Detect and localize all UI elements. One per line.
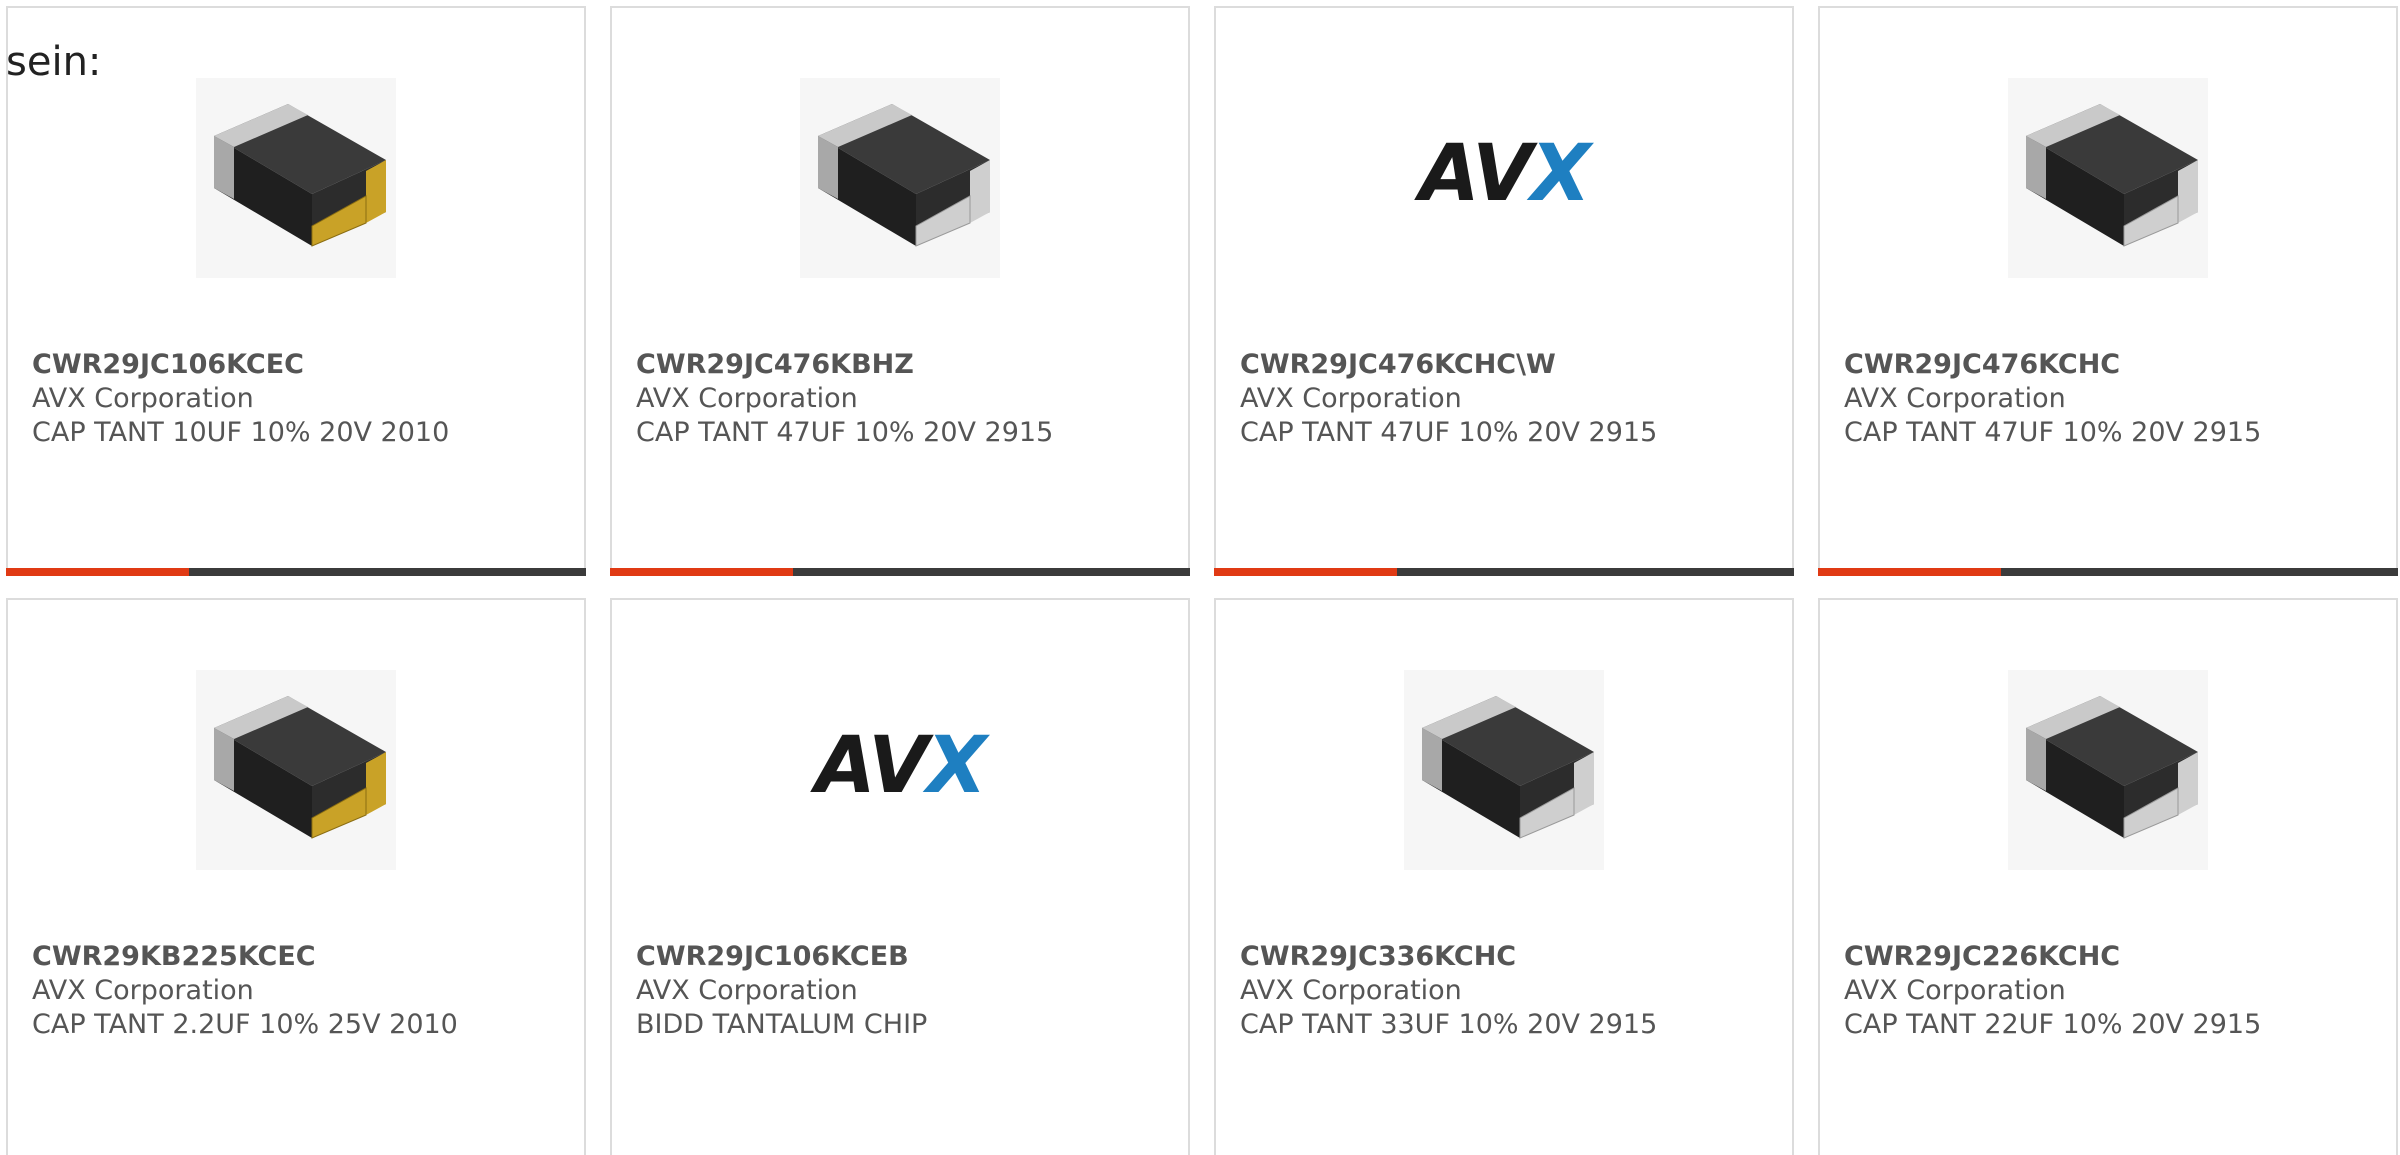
card-bar-accent xyxy=(1818,568,2001,576)
product-image[interactable] xyxy=(196,670,396,870)
product-info: CWR29JC106KCEB AVX Corporation BIDD TANT… xyxy=(636,940,1172,1042)
part-number-link[interactable]: CWR29JC106KCEB xyxy=(636,940,1172,974)
product-card[interactable]: AVX CWR29JC106KCEB AVX Corporation BIDD … xyxy=(610,598,1190,1155)
part-number-link[interactable]: CWR29JC336KCHC xyxy=(1240,940,1776,974)
avx-logo-graphic: AVX xyxy=(1413,129,1596,219)
card-bar-accent xyxy=(610,568,793,576)
product-card[interactable]: CWR29JC336KCHC AVX Corporation CAP TANT … xyxy=(1214,598,1794,1155)
capacitor-chip-graphic xyxy=(2008,670,2208,870)
product-image[interactable] xyxy=(800,78,1000,278)
capacitor-chip-graphic xyxy=(1404,670,1604,870)
card-bottom-bar xyxy=(610,568,1190,576)
capacitor-chip-graphic xyxy=(196,670,396,870)
part-number-link[interactable]: CWR29KB225KCEC xyxy=(32,940,568,974)
product-grid-page: sein: CWR29JC106KCEC AVX Corporation CAP… xyxy=(0,0,2400,1155)
product-description: CAP TANT 47UF 10% 20V 2915 xyxy=(636,417,1054,448)
intro-text: sein: xyxy=(6,39,102,85)
product-description: CAP TANT 2.2UF 10% 25V 2010 xyxy=(32,1009,458,1040)
part-number-link[interactable]: CWR29JC476KBHZ xyxy=(636,348,1172,382)
manufacturer-name: AVX Corporation xyxy=(1844,975,2066,1006)
manufacturer-name: AVX Corporation xyxy=(1240,383,1462,414)
product-info: CWR29KB225KCEC AVX Corporation CAP TANT … xyxy=(32,940,568,1042)
product-description: CAP TANT 22UF 10% 20V 2915 xyxy=(1844,1009,2262,1040)
svg-text:AVX: AVX xyxy=(809,721,990,811)
part-number-link[interactable]: CWR29JC476KCHC\W xyxy=(1240,348,1776,382)
part-number-link[interactable]: CWR29JC476KCHC xyxy=(1844,348,2380,382)
capacitor-chip-graphic xyxy=(196,78,396,278)
capacitor-chip-graphic xyxy=(800,78,1000,278)
product-image[interactable] xyxy=(2008,670,2208,870)
product-card[interactable]: CWR29JC476KCHC AVX Corporation CAP TANT … xyxy=(1818,6,2398,576)
product-description: CAP TANT 47UF 10% 20V 2915 xyxy=(1240,417,1658,448)
card-bottom-bar xyxy=(1818,568,2398,576)
product-info: CWR29JC336KCHC AVX Corporation CAP TANT … xyxy=(1240,940,1776,1042)
avx-logo-graphic: AVX xyxy=(809,721,992,811)
manufacturer-name: AVX Corporation xyxy=(32,975,254,1006)
product-info: CWR29JC476KCHC\W AVX Corporation CAP TAN… xyxy=(1240,348,1776,450)
product-description: CAP TANT 10UF 10% 20V 2010 xyxy=(32,417,450,448)
part-number-link[interactable]: CWR29JC226KCHC xyxy=(1844,940,2380,974)
product-info: CWR29JC476KBHZ AVX Corporation CAP TANT … xyxy=(636,348,1172,450)
product-card[interactable]: AVX CWR29JC476KCHC\W AVX Corporation CAP… xyxy=(1214,6,1794,576)
card-bar-accent xyxy=(6,568,189,576)
product-image[interactable] xyxy=(196,78,396,278)
product-image[interactable] xyxy=(2008,78,2208,278)
manufacturer-name: AVX Corporation xyxy=(1844,383,2066,414)
product-description: BIDD TANTALUM CHIP xyxy=(636,1009,928,1040)
product-card[interactable]: CWR29KB225KCEC AVX Corporation CAP TANT … xyxy=(6,598,586,1155)
product-image[interactable] xyxy=(1404,670,1604,870)
brand-logo[interactable]: AVX xyxy=(800,670,1000,870)
card-bottom-bar xyxy=(1214,568,1794,576)
card-bottom-bar xyxy=(6,568,586,576)
capacitor-chip-graphic xyxy=(2008,78,2208,278)
manufacturer-name: AVX Corporation xyxy=(32,383,254,414)
product-info: CWR29JC476KCHC AVX Corporation CAP TANT … xyxy=(1844,348,2380,450)
card-bar-accent xyxy=(1214,568,1397,576)
manufacturer-name: AVX Corporation xyxy=(636,383,858,414)
manufacturer-name: AVX Corporation xyxy=(1240,975,1462,1006)
part-number-link[interactable]: CWR29JC106KCEC xyxy=(32,348,568,382)
product-grid: CWR29JC106KCEC AVX Corporation CAP TANT … xyxy=(6,6,2400,1155)
product-info: CWR29JC106KCEC AVX Corporation CAP TANT … xyxy=(32,348,568,450)
product-card[interactable]: CWR29JC476KBHZ AVX Corporation CAP TANT … xyxy=(610,6,1190,576)
product-description: CAP TANT 33UF 10% 20V 2915 xyxy=(1240,1009,1658,1040)
svg-text:AVX: AVX xyxy=(1413,129,1594,219)
product-info: CWR29JC226KCHC AVX Corporation CAP TANT … xyxy=(1844,940,2380,1042)
brand-logo[interactable]: AVX xyxy=(1404,78,1604,278)
product-description: CAP TANT 47UF 10% 20V 2915 xyxy=(1844,417,2262,448)
manufacturer-name: AVX Corporation xyxy=(636,975,858,1006)
product-card[interactable]: CWR29JC226KCHC AVX Corporation CAP TANT … xyxy=(1818,598,2398,1155)
